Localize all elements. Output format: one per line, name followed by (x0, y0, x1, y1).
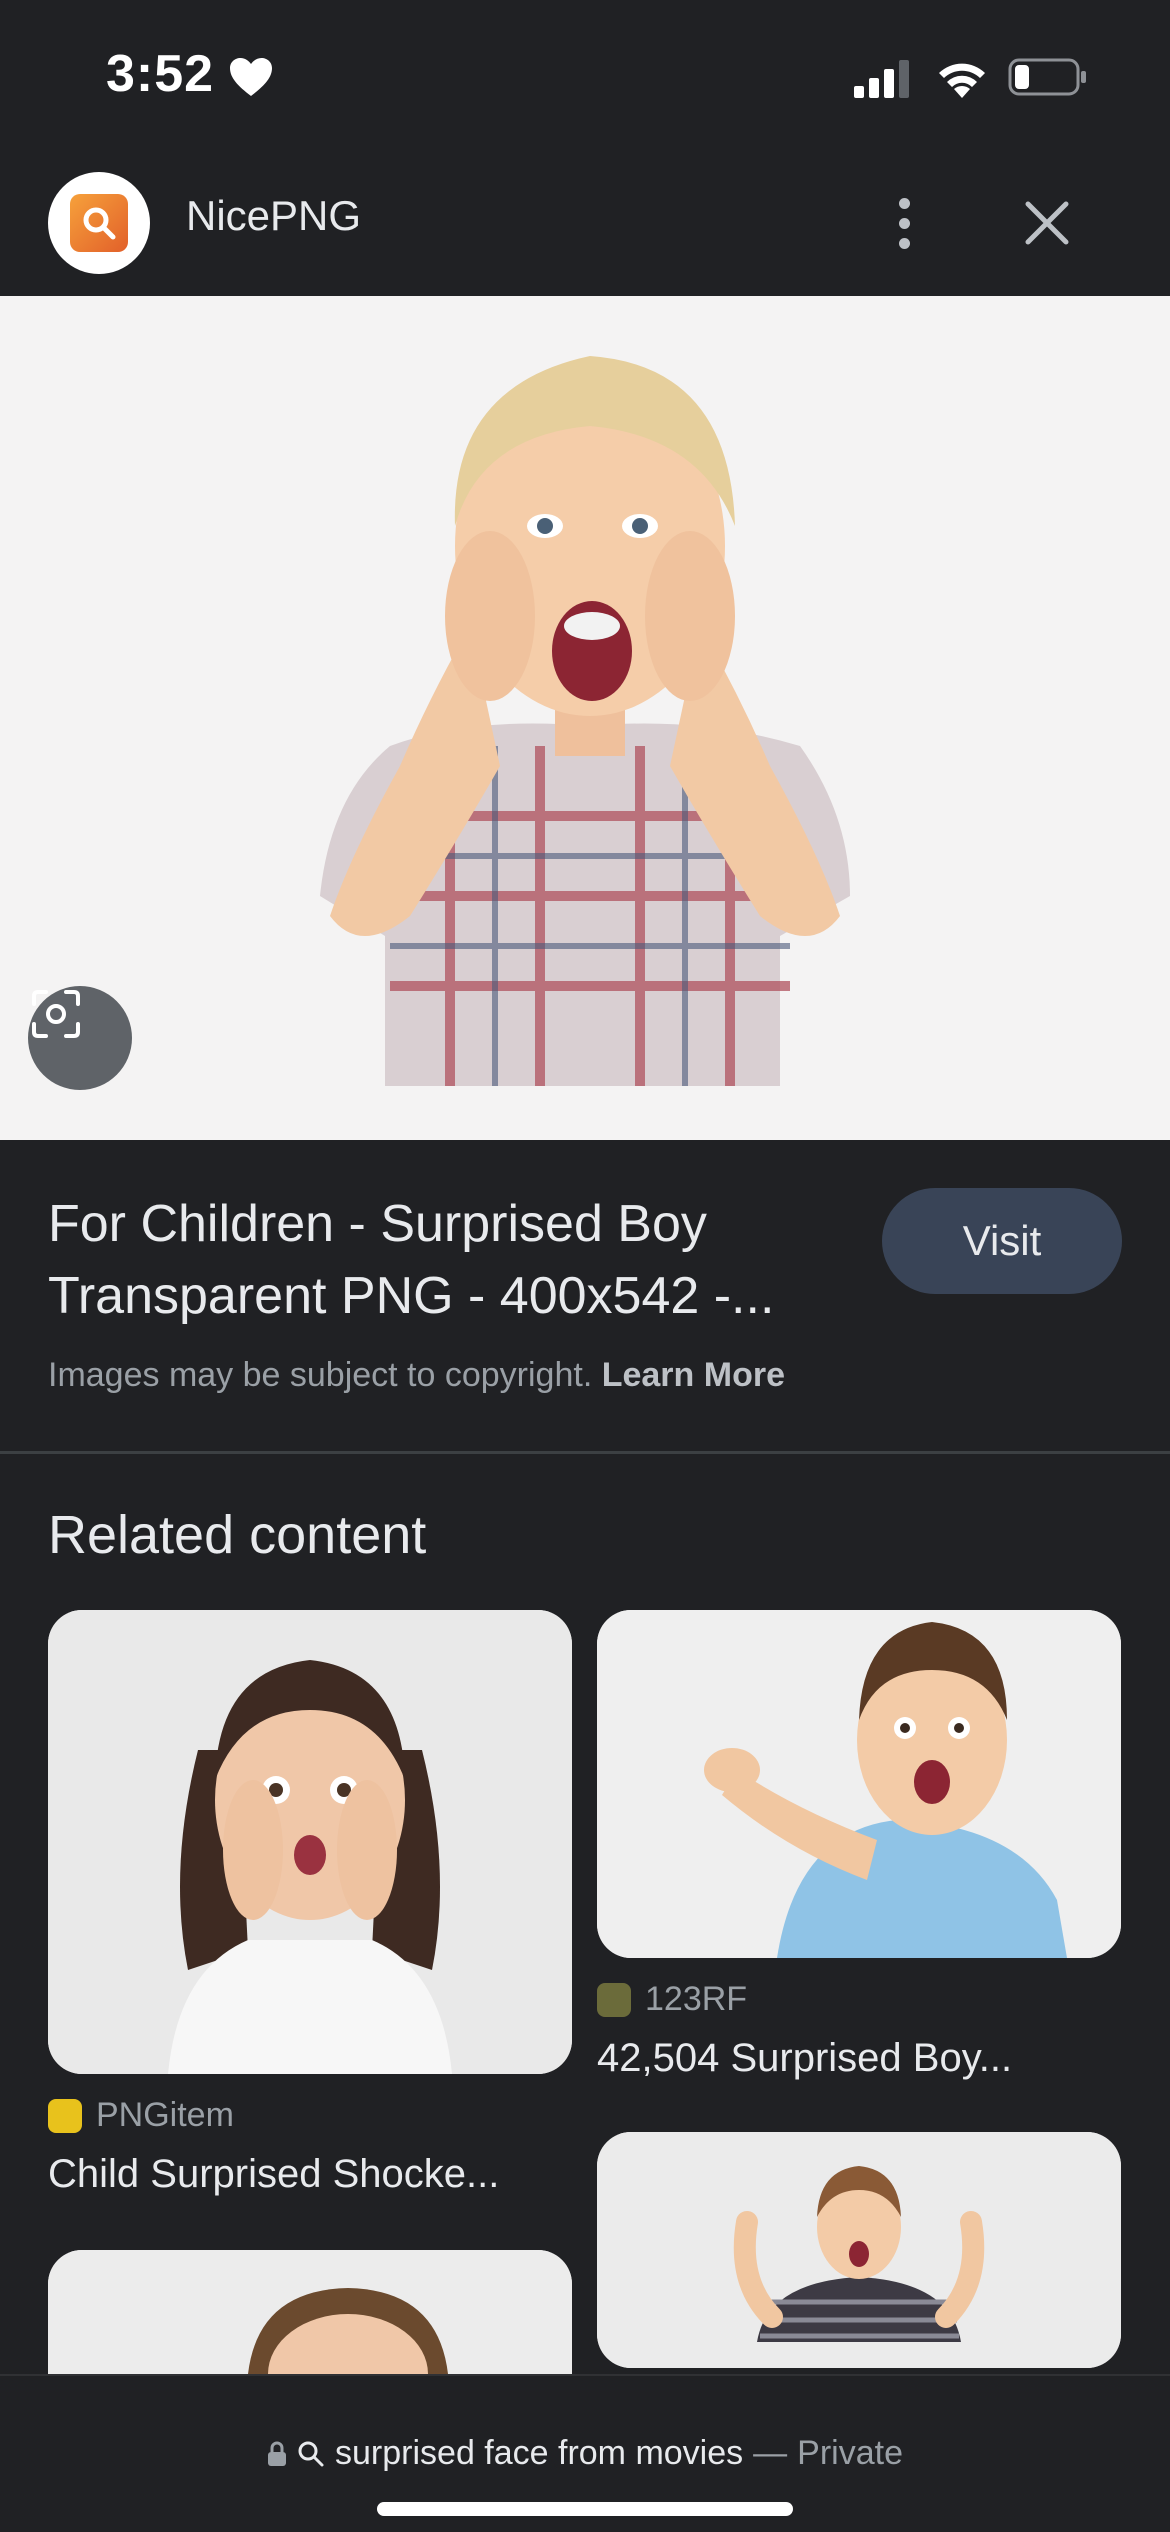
lock-icon (268, 2441, 287, 2466)
related-caption-2[interactable]: 42,504 Surprised Boy... (597, 2036, 1121, 2081)
visit-button[interactable]: Visit (882, 1188, 1122, 1294)
url-separator: — (753, 2434, 788, 2472)
bottom-url-bar[interactable]: surprised face from movies — Private (0, 2374, 1170, 2532)
preview-image[interactable] (0, 296, 1170, 1140)
site-name[interactable]: NicePNG (186, 192, 361, 240)
related-source-name-2: 123RF (645, 1980, 748, 2018)
related-image-boy-pointing (597, 1610, 1121, 1958)
viewer-header: NicePNG (0, 150, 1170, 296)
result-title[interactable]: For Children - Surprised Boy Transparent… (48, 1188, 868, 1332)
pngitem-favicon-icon (48, 2098, 82, 2133)
123rf-favicon-icon (597, 1982, 631, 2017)
signal-icon (854, 60, 909, 98)
home-indicator[interactable] (377, 2502, 793, 2516)
lens-icon (32, 990, 80, 1038)
close-icon[interactable] (1010, 186, 1084, 260)
battery-icon (1008, 58, 1086, 96)
related-card-1[interactable] (48, 1610, 572, 2074)
lens-button[interactable] (28, 986, 132, 1090)
related-image-girl (48, 1610, 572, 2074)
related-card-4[interactable] (597, 2132, 1121, 2368)
related-card-2[interactable] (597, 1610, 1121, 1958)
nicepng-logo-icon (70, 194, 128, 252)
search-query: surprised face from movies (335, 2434, 744, 2472)
related-caption-1[interactable]: Child Surprised Shocke... (48, 2152, 572, 2197)
surprised-boy-image (320, 356, 850, 1086)
related-source-1[interactable]: PNGitem (48, 2096, 234, 2135)
search-icon (83, 207, 116, 240)
copyright-notice: Images may be subject to copyright. Lear… (48, 1356, 785, 1395)
related-heading: Related content (48, 1505, 427, 1565)
more-vert-dot (898, 237, 910, 249)
related-card-3[interactable] (48, 2250, 572, 2374)
result-info: For Children - Surprised Boy Transparent… (0, 1140, 1170, 1454)
private-mode-label: Private (797, 2434, 903, 2472)
related-image-partial (48, 2250, 572, 2374)
more-vert-icon (898, 197, 910, 209)
related-image-boy-thumbs-up (597, 2132, 1121, 2368)
related-source-name-1: PNGitem (96, 2096, 234, 2134)
status-bar: 3:52 (0, 0, 1170, 150)
wifi-icon (939, 63, 985, 98)
status-time: 3:52 (106, 45, 215, 103)
copyright-text: Images may be subject to copyright. (48, 1356, 593, 1394)
heart-icon (230, 58, 272, 96)
search-icon (298, 2441, 324, 2466)
result-title-line2: Transparent PNG - 400x542 -... (48, 1267, 775, 1325)
result-title-line1: For Children - Surprised Boy (48, 1195, 707, 1253)
url-row[interactable]: surprised face from movies — Private (0, 2434, 1170, 2473)
more-vert-dot (898, 217, 910, 229)
related-source-2[interactable]: 123RF (597, 1980, 747, 2019)
more-options-button[interactable] (870, 186, 938, 260)
learn-more-link[interactable]: Learn More (602, 1356, 785, 1394)
site-logo[interactable] (48, 172, 150, 274)
